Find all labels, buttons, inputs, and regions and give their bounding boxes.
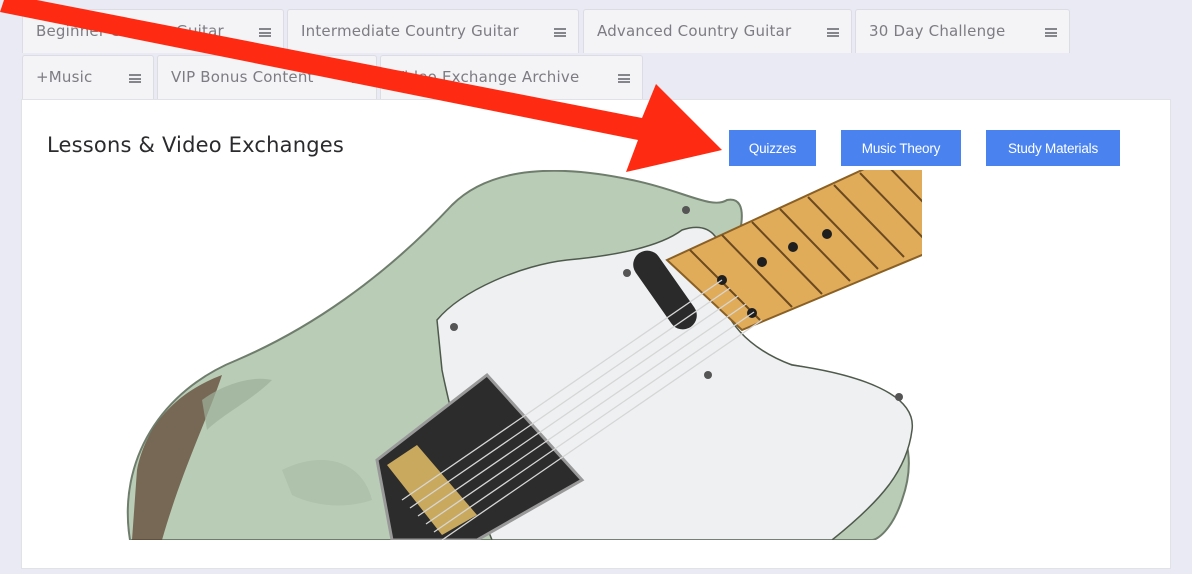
menu-icon[interactable] [827, 28, 839, 37]
music-theory-button[interactable]: Music Theory [841, 130, 961, 166]
quizzes-button[interactable]: Quizzes [729, 130, 816, 166]
menu-icon[interactable] [1045, 28, 1057, 37]
study-materials-button[interactable]: Study Materials [986, 130, 1120, 166]
guitar-image [126, 170, 922, 540]
arrow-annotation [0, 0, 722, 172]
tab-30-day-challenge[interactable]: 30 Day Challenge [855, 9, 1070, 53]
tab-label: 30 Day Challenge [869, 22, 1006, 40]
